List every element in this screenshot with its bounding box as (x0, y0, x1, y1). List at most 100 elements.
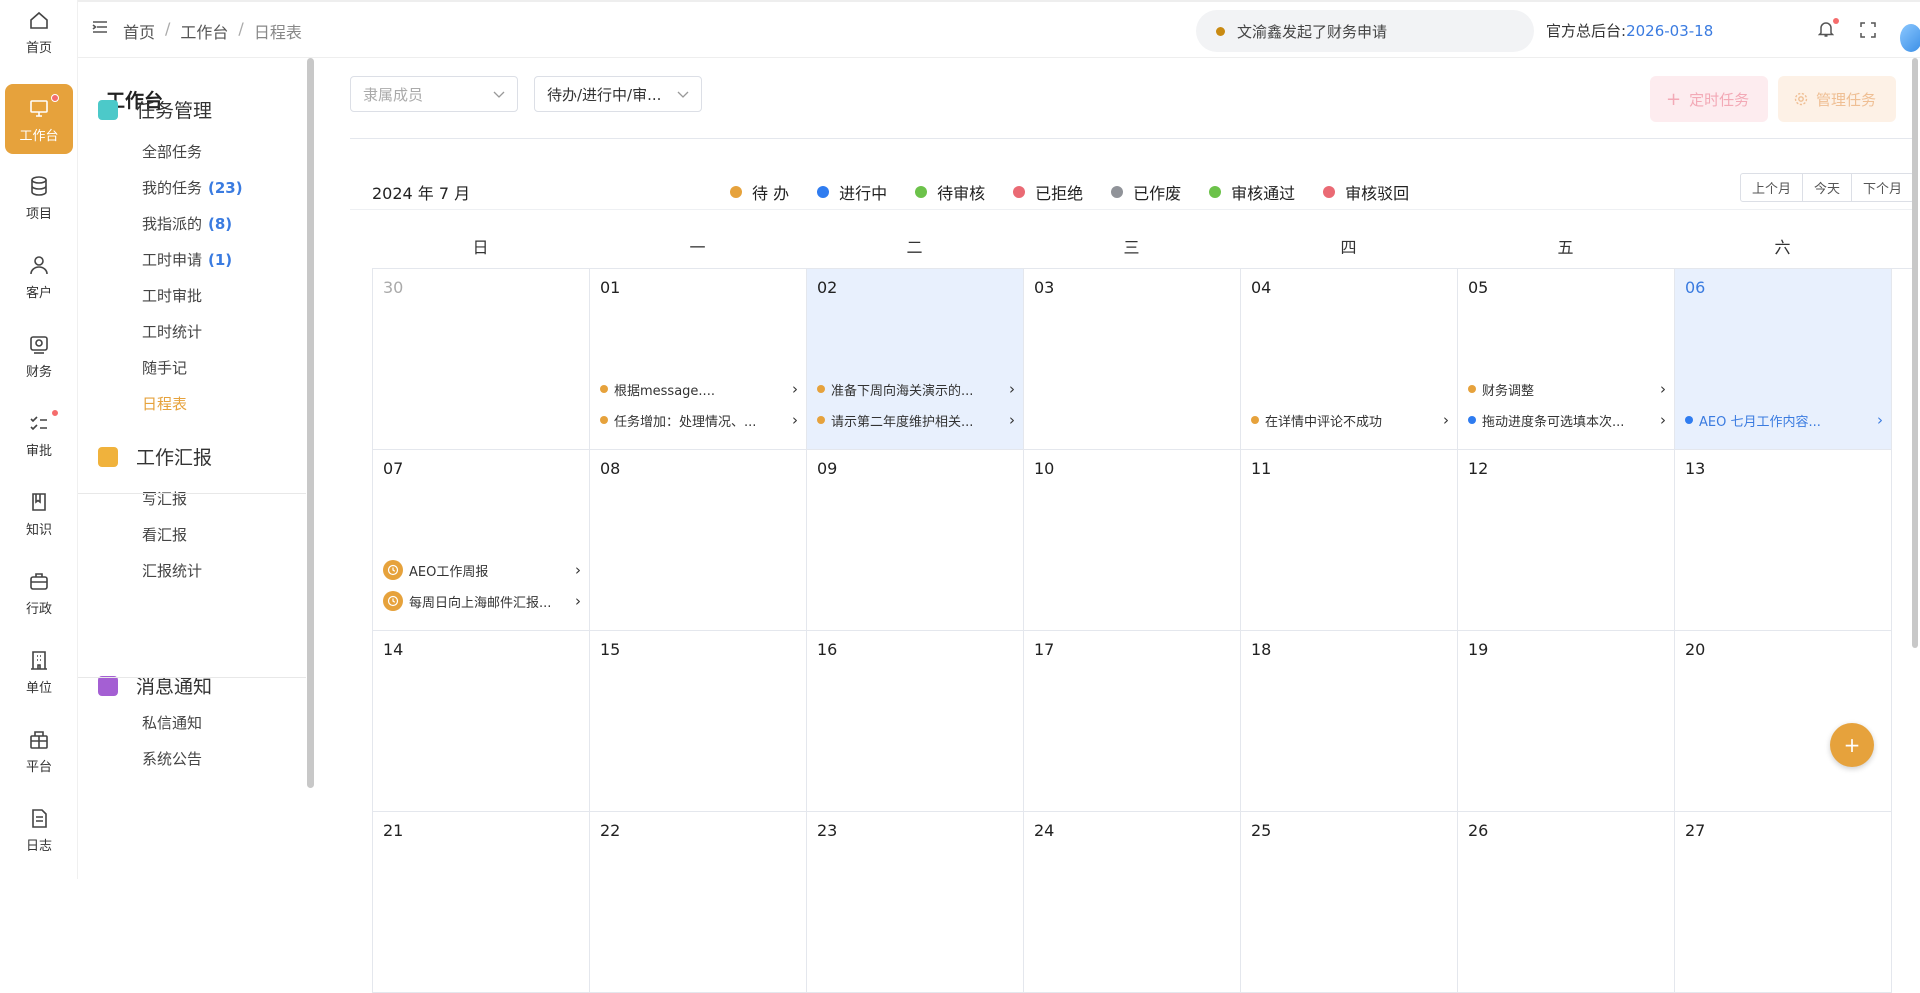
report-pen-icon (98, 446, 118, 467)
day-number: 03 (1034, 278, 1055, 297)
legend-item: 进行中 (817, 180, 887, 204)
sidebar-item-2-0[interactable]: 私信通知 (142, 712, 202, 733)
hq-label: 官方总后台: (1546, 22, 1627, 40)
manage-task-button[interactable]: 管理任务 (1778, 76, 1896, 122)
sidebar-item-1-1[interactable]: 看汇报 (142, 524, 187, 545)
calendar-day-cell[interactable]: 19 (1458, 631, 1675, 812)
calendar-event[interactable]: AEO工作周报 › (383, 560, 581, 580)
sidebar-item-0-2[interactable]: 我指派的 (8) (142, 213, 232, 234)
calendar-day-cell[interactable]: 17 (1024, 631, 1241, 812)
calendar-day-cell[interactable]: 10 (1024, 450, 1241, 631)
calendar-day-cell[interactable]: 11 (1241, 450, 1458, 631)
calendar-day-cell[interactable]: 20 (1675, 631, 1892, 812)
calendar-day-cell[interactable]: 24 (1024, 812, 1241, 993)
event-title: 在详情中评论不成功 (1265, 414, 1383, 430)
sidebar-item-2-1[interactable]: 系统公告 (142, 748, 202, 769)
calendar-day-cell[interactable]: 23 (807, 812, 1024, 993)
rail-item-10[interactable]: 日志 (5, 794, 73, 864)
bell-icon[interactable] (1817, 18, 1839, 42)
next-month-button[interactable]: 下个月 (1852, 174, 1913, 201)
calendar-day-cell[interactable]: 26 (1458, 812, 1675, 993)
calendar-day-cell[interactable]: 21 (373, 812, 590, 993)
rail-item-5[interactable]: 审批 (5, 399, 73, 469)
rail-item-9[interactable]: 平台 (5, 715, 73, 785)
calendar-day-cell[interactable]: 05 财务调整 › 拖动进度条可选填本次... › (1458, 269, 1675, 450)
calendar-day-cell[interactable]: 03 (1024, 269, 1241, 450)
rail-item-3[interactable]: 客户 (5, 241, 73, 311)
sidebar-item-1-0[interactable]: 写汇报 (142, 488, 187, 509)
rail-item-8[interactable]: 单位 (5, 636, 73, 706)
prev-month-button[interactable]: 上个月 (1741, 174, 1803, 201)
calendar-event[interactable]: 拖动进度条可选填本次... › (1468, 410, 1666, 430)
sidebar-item-0-5[interactable]: 工时统计 (142, 321, 202, 342)
event-title: AEO工作周报 (409, 564, 489, 580)
sidebar-group-0[interactable]: 任务管理 (98, 96, 212, 123)
page-scrollbar[interactable] (1912, 58, 1918, 648)
menu-toggle-icon[interactable] (92, 20, 108, 38)
breadcrumb-home[interactable]: 首页 (123, 19, 155, 43)
rail-item-6[interactable]: 知识 (5, 478, 73, 548)
fullscreen-icon[interactable] (1860, 22, 1876, 42)
notice-ticker[interactable]: 文渝鑫发起了财务申请 (1196, 10, 1534, 52)
day-number: 09 (817, 459, 838, 478)
calendar-day-cell[interactable]: 15 (590, 631, 807, 812)
calendar-day-cell[interactable]: 30 (373, 269, 590, 450)
status-select[interactable]: 待办/进行中/审... (534, 76, 702, 112)
day-number: 21 (383, 821, 404, 840)
event-status-dot (1468, 385, 1476, 393)
clock-icon (383, 560, 403, 580)
bell-badge (1833, 18, 1839, 24)
calendar-day-cell[interactable]: 13 (1675, 450, 1892, 631)
member-select[interactable]: 隶属成员 (350, 76, 518, 112)
rail-item-7[interactable]: 行政 (5, 557, 73, 627)
sidebar-group-1[interactable]: 工作汇报 (98, 443, 212, 470)
calendar-day-cell[interactable]: 01 根据message.... › 任务增加：处理情况、... › (590, 269, 807, 450)
sidebar-item-0-4[interactable]: 工时审批 (142, 285, 202, 306)
calendar-event[interactable]: 在详情中评论不成功 › (1251, 410, 1449, 430)
calendar-day-cell[interactable]: 06 AEO 七月工作内容... › (1675, 269, 1892, 450)
sidebar-item-0-0[interactable]: 全部任务 (142, 141, 202, 162)
calendar-day-cell[interactable]: 12 (1458, 450, 1675, 631)
calendar-event[interactable]: 根据message.... › (600, 379, 798, 399)
sidebar-item-label: 随手记 (142, 359, 188, 377)
chevron-right-icon: › (1660, 411, 1666, 429)
calendar-event[interactable]: 任务增加：处理情况、... › (600, 410, 798, 430)
calendar-day-cell[interactable]: 02 准备下周向海关演示的... › 请示第二年度维护相关... › (807, 269, 1024, 450)
event-status-dot (817, 416, 825, 424)
calendar-day-cell[interactable]: 04 在详情中评论不成功 › (1241, 269, 1458, 450)
calendar-day-cell[interactable]: 25 (1241, 812, 1458, 993)
calendar-event[interactable]: 财务调整 › (1468, 379, 1666, 399)
sidebar-scrollbar[interactable] (307, 58, 314, 788)
calendar-day-cell[interactable]: 14 (373, 631, 590, 812)
calendar-day-cell[interactable]: 27 (1675, 812, 1892, 993)
rail-item-label: 工作台 (19, 128, 59, 144)
rail-item-0[interactable]: 首页 (5, 0, 73, 66)
breadcrumb-workbench[interactable]: 工作台 (180, 19, 228, 43)
event-title: 每周日向上海邮件汇报... (409, 595, 552, 611)
rail-item-1[interactable]: 工作台 (5, 84, 73, 154)
event-status-dot (817, 385, 825, 393)
day-number: 18 (1251, 640, 1272, 659)
add-fab-button[interactable]: + (1830, 723, 1874, 767)
calendar-day-cell[interactable]: 08 (590, 450, 807, 631)
sidebar-item-0-3[interactable]: 工时申请 (1) (142, 249, 232, 270)
sidebar-item-0-7[interactable]: 日程表 (142, 393, 187, 414)
calendar-event[interactable]: AEO 七月工作内容... › (1685, 410, 1883, 430)
calendar-day-cell[interactable]: 22 (590, 812, 807, 993)
calendar-day-cell[interactable]: 18 (1241, 631, 1458, 812)
rail-item-2[interactable]: 项目 (5, 162, 73, 232)
calendar-event[interactable]: 每周日向上海邮件汇报... › (383, 591, 581, 611)
calendar-day-cell[interactable]: 16 (807, 631, 1024, 812)
calendar-day-cell[interactable]: 07 AEO工作周报 › 每周日向上海邮件汇报... › (373, 450, 590, 631)
calendar-event[interactable]: 准备下周向海关演示的... › (817, 379, 1015, 399)
sidebar-item-1-2[interactable]: 汇报统计 (142, 560, 202, 581)
hq-link[interactable]: 官方总后台:2026-03-18 (1546, 20, 1713, 41)
rail-item-4[interactable]: 财务 (5, 320, 73, 390)
user-menu[interactable]: 杨洋 (1900, 17, 1920, 59)
timer-task-button[interactable]: + 定时任务 (1650, 76, 1768, 122)
sidebar-item-0-1[interactable]: 我的任务 (23) (142, 177, 243, 198)
calendar-day-cell[interactable]: 09 (807, 450, 1024, 631)
calendar-event[interactable]: 请示第二年度维护相关... › (817, 410, 1015, 430)
today-button[interactable]: 今天 (1803, 174, 1852, 201)
sidebar-item-0-6[interactable]: 随手记 (142, 357, 187, 378)
